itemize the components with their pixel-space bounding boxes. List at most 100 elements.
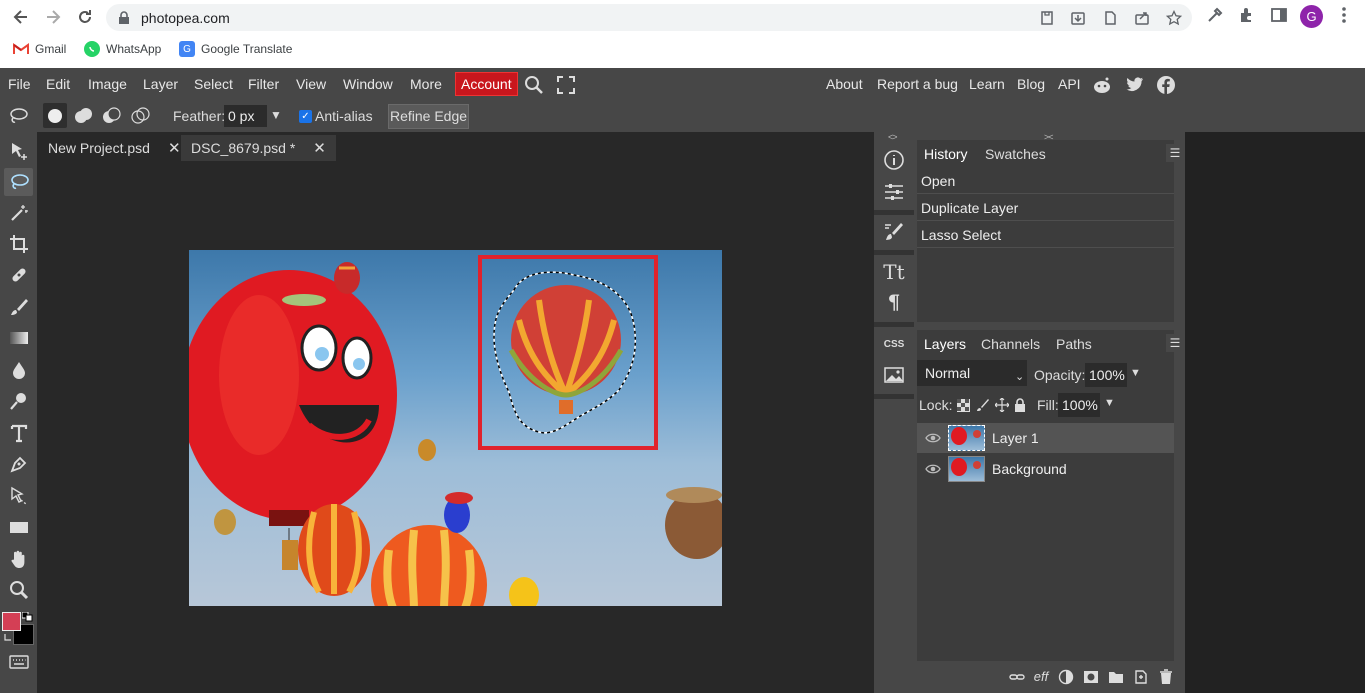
panel-menu-icon[interactable]: ☰ <box>1166 144 1184 162</box>
tool-hand[interactable] <box>4 545 33 573</box>
opacity-input[interactable]: 100% <box>1085 363 1127 387</box>
menu-file[interactable]: File <box>8 76 31 92</box>
kebab-menu-icon[interactable] <box>1335 6 1353 24</box>
feather-input[interactable]: 0 px <box>224 105 267 127</box>
lock-position-icon[interactable] <box>995 398 1009 412</box>
tab-new-project[interactable]: New Project.psd ✕ <box>38 135 191 161</box>
lasso-preset-icon[interactable] <box>8 107 28 125</box>
install-app-icon[interactable] <box>1070 10 1086 26</box>
new-layer-icon[interactable] <box>1133 669 1149 685</box>
tool-pen[interactable] <box>4 450 33 478</box>
image-panel-button[interactable] <box>880 361 908 389</box>
forward-button[interactable] <box>42 6 64 28</box>
swap-colors-icon[interactable] <box>3 632 13 642</box>
bookmark-gmail[interactable]: Gmail <box>13 41 66 57</box>
adjustments-button[interactable] <box>880 178 908 206</box>
tab-paths[interactable]: Paths <box>1056 336 1092 352</box>
link-blog[interactable]: Blog <box>1017 76 1045 92</box>
link-layers-icon[interactable] <box>1009 669 1025 685</box>
tab-swatches[interactable]: Swatches <box>985 146 1046 162</box>
menu-view[interactable]: View <box>296 76 326 92</box>
tab-history[interactable]: History <box>924 146 968 162</box>
tab-channels[interactable]: Channels <box>981 336 1040 352</box>
url-text[interactable]: photopea.com <box>141 10 230 26</box>
tool-brush[interactable] <box>4 293 33 321</box>
tool-magic-wand[interactable] <box>4 199 33 227</box>
layer-effects-icon[interactable]: eff <box>1033 669 1049 685</box>
tool-blur[interactable] <box>4 356 33 384</box>
tool-dodge[interactable] <box>4 387 33 415</box>
css-button[interactable]: CSS <box>880 330 908 358</box>
history-item-lasso-select[interactable]: Lasso Select <box>917 222 1174 248</box>
image-canvas[interactable] <box>189 250 722 606</box>
tool-crop[interactable] <box>4 230 33 258</box>
reddit-icon[interactable] <box>1092 75 1112 95</box>
link-learn[interactable]: Learn <box>969 76 1005 92</box>
visibility-eye-icon[interactable] <box>925 462 941 476</box>
feather-dropdown-icon[interactable]: ▼ <box>270 108 282 122</box>
back-button[interactable] <box>10 6 32 28</box>
save-page-icon[interactable] <box>1039 10 1055 26</box>
collapse-arrows-icon[interactable]: <> <box>888 132 897 142</box>
fill-input[interactable]: 100% <box>1058 393 1100 417</box>
menu-layer[interactable]: Layer <box>143 76 178 92</box>
history-item-open[interactable]: Open <box>917 168 1174 194</box>
link-report-bug[interactable]: Report a bug <box>877 76 958 92</box>
foreground-color-swatch[interactable] <box>2 612 21 631</box>
tool-zoom[interactable] <box>4 576 33 604</box>
antialias-label[interactable]: Anti-alias <box>315 108 373 124</box>
intersect-selection-icon[interactable] <box>130 107 150 125</box>
tool-move[interactable] <box>4 137 33 165</box>
folder-icon[interactable] <box>1108 669 1124 685</box>
twitter-icon[interactable] <box>1125 75 1145 95</box>
layer-row-background[interactable]: Background <box>917 454 1174 484</box>
address-bar[interactable]: photopea.com <box>106 4 1192 31</box>
tool-text[interactable] <box>4 419 33 447</box>
info-button[interactable] <box>880 146 908 174</box>
brush-settings-button[interactable] <box>880 218 908 246</box>
tool-path-select[interactable] <box>4 482 33 510</box>
history-item-duplicate-layer[interactable]: Duplicate Layer <box>917 195 1174 221</box>
menu-image[interactable]: Image <box>88 76 127 92</box>
eyedropper-extension-icon[interactable] <box>1206 6 1224 24</box>
keyboard-button[interactable] <box>4 648 33 676</box>
close-icon[interactable]: ✕ <box>168 140 181 157</box>
bookmark-star-icon[interactable] <box>1166 10 1182 26</box>
reload-button[interactable] <box>74 6 96 28</box>
lock-pixels-icon[interactable] <box>976 398 990 412</box>
layer-name[interactable]: Background <box>992 461 1067 477</box>
layer-row-layer-1[interactable]: Layer 1 <box>917 423 1174 453</box>
visibility-eye-icon[interactable] <box>925 431 941 445</box>
trash-icon[interactable] <box>1158 669 1174 685</box>
adjustment-layer-icon[interactable] <box>1058 669 1074 685</box>
layer-name[interactable]: Layer 1 <box>992 430 1039 446</box>
blend-mode-select[interactable]: Normal ⌄ <box>917 360 1027 386</box>
character-button[interactable]: Tt <box>880 258 908 286</box>
menu-filter[interactable]: Filter <box>248 76 279 92</box>
refine-edge-button[interactable]: Refine Edge <box>388 104 469 129</box>
fullscreen-icon[interactable] <box>557 76 575 94</box>
tab-layers[interactable]: Layers <box>924 336 966 352</box>
facebook-icon[interactable] <box>1156 75 1176 95</box>
menu-select[interactable]: Select <box>194 76 233 92</box>
opacity-dropdown-icon[interactable]: ▼ <box>1130 367 1141 379</box>
add-selection-icon[interactable] <box>73 107 93 125</box>
link-about[interactable]: About <box>826 76 863 92</box>
document-icon[interactable] <box>1102 10 1118 26</box>
selection-mode-new[interactable] <box>43 103 67 128</box>
bookmark-google-translate[interactable]: G Google Translate <box>179 41 292 57</box>
antialias-checkbox[interactable]: ✓ <box>299 110 312 123</box>
share-icon[interactable] <box>1134 10 1150 26</box>
tool-lasso[interactable] <box>4 168 33 196</box>
lock-all-icon[interactable] <box>1014 398 1026 412</box>
paragraph-button[interactable]: ¶ <box>880 288 908 316</box>
menu-more[interactable]: More <box>410 76 442 92</box>
fill-dropdown-icon[interactable]: ▼ <box>1104 397 1115 409</box>
close-icon[interactable]: ✕ <box>313 140 326 157</box>
side-panel-icon[interactable] <box>1270 6 1288 24</box>
link-api[interactable]: API <box>1058 76 1081 92</box>
subtract-selection-icon[interactable] <box>101 107 121 125</box>
tool-healing[interactable] <box>4 261 33 289</box>
panel-menu-icon[interactable]: ☰ <box>1166 334 1184 352</box>
search-icon[interactable] <box>524 75 544 95</box>
